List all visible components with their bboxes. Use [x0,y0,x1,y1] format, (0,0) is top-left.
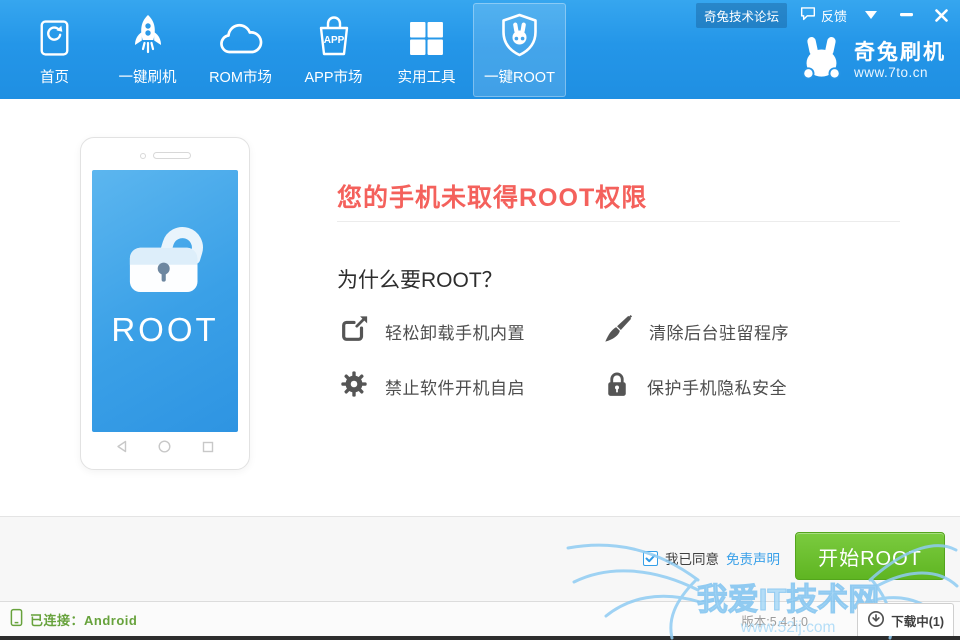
back-icon [116,440,127,458]
download-icon [867,610,885,631]
tab-label: APP市场 [304,66,362,87]
feature-label: 禁止软件开机自启 [385,374,525,399]
window-bottom-edge [0,636,960,640]
rabbit-mascot-icon [798,36,845,84]
feature-label: 保护手机隐私安全 [647,374,787,399]
agreement-row: 我已同意 免责声明 [643,548,780,568]
brand-name: 奇兔刷机 [854,41,946,65]
feature-item: 保护手机隐私安全 [603,369,867,403]
tab-home[interactable]: 首页 [8,3,101,97]
unlock-icon [119,214,211,297]
feature-item: 清除后台驻留程序 [603,314,867,348]
tools-grid-icon [408,11,445,57]
tab-one-key-flash[interactable]: 一键刷机 [101,3,194,97]
dropdown-arrow-button[interactable] [860,5,882,25]
feature-list: 轻松卸载手机内置 清除后台驻留程序 [339,314,867,403]
tab-tools[interactable]: 实用工具 [380,3,473,97]
brand-site: www.7to.cn [854,65,946,80]
phone-speaker [81,152,249,159]
disclaimer-link[interactable]: 免责声明 [726,548,780,568]
feedback-button[interactable]: 反馈 [800,6,847,25]
tab-app-market[interactable]: APP APP市场 [287,3,380,97]
tab-label: 首页 [40,66,69,87]
feature-label: 轻松卸载手机内置 [385,319,525,344]
tab-rom-market[interactable]: ROM市场 [194,3,287,97]
title-divider [337,221,900,222]
forum-button[interactable]: 奇兔技术论坛 [696,3,787,28]
download-manager-button[interactable]: 下载中(1) [857,603,954,636]
app-badge-text: APP [323,35,344,46]
tab-one-key-root[interactable]: 一键ROOT [473,3,566,97]
recent-square-icon [202,440,214,458]
uninstall-icon [339,314,369,349]
download-text: 下载中(1) [891,611,944,630]
connection-text: 已连接：Android [30,610,137,629]
brand-logo: 奇兔刷机 www.7to.cn [798,36,946,84]
main-nav: 首页 一键刷机 [8,3,566,97]
feedback-label: 反馈 [821,6,847,25]
why-root-heading: 为什么要ROOT？ [337,264,503,294]
status-bar: 已连接：Android 版本:5.4.1.0 下载中(1) [0,601,960,636]
app-bag-icon: APP [314,11,354,57]
agree-checkbox[interactable] [643,551,658,566]
chat-bubble-icon [800,6,816,24]
broom-icon [603,314,633,349]
home-circle-icon [158,440,171,458]
version-label: 版本:5.4.1.0 [741,611,808,630]
connection-status: 已连接：Android [10,602,137,636]
phone-refresh-icon [39,11,70,57]
tab-label: 一键刷机 [119,66,177,87]
action-bar: 我已同意 免责声明 开始ROOT [0,516,960,601]
feature-item: 禁止软件开机自启 [339,369,603,403]
feature-label: 清除后台驻留程序 [649,319,789,344]
phone-illustration: ROOT [80,137,250,470]
gear-icon [339,369,369,404]
screen-root-label: ROOT [111,311,218,349]
cloud-icon [218,11,264,57]
app-window: 首页 一键刷机 [0,0,960,640]
page-title: 您的手机未取得ROOT权限 [337,178,647,214]
tab-label: 一键ROOT [484,66,555,87]
rocket-icon [128,11,168,57]
header: 首页 一键刷机 [0,0,960,99]
padlock-icon [603,369,631,404]
titlebar: 奇兔技术论坛 反馈 [696,4,952,26]
phone-screen: ROOT [92,170,238,432]
shield-rabbit-icon [499,11,540,57]
agree-label: 我已同意 [665,548,719,568]
close-button[interactable] [930,5,952,25]
tab-label: ROM市场 [209,66,272,87]
minimize-button[interactable] [895,5,917,25]
feature-item: 轻松卸载手机内置 [339,314,603,348]
android-nav-buttons [81,440,249,458]
main-content: ROOT 您的手机未 [0,99,960,516]
tab-label: 实用工具 [398,66,456,87]
connected-phone-icon [10,608,23,630]
start-root-button[interactable]: 开始ROOT [795,532,945,580]
